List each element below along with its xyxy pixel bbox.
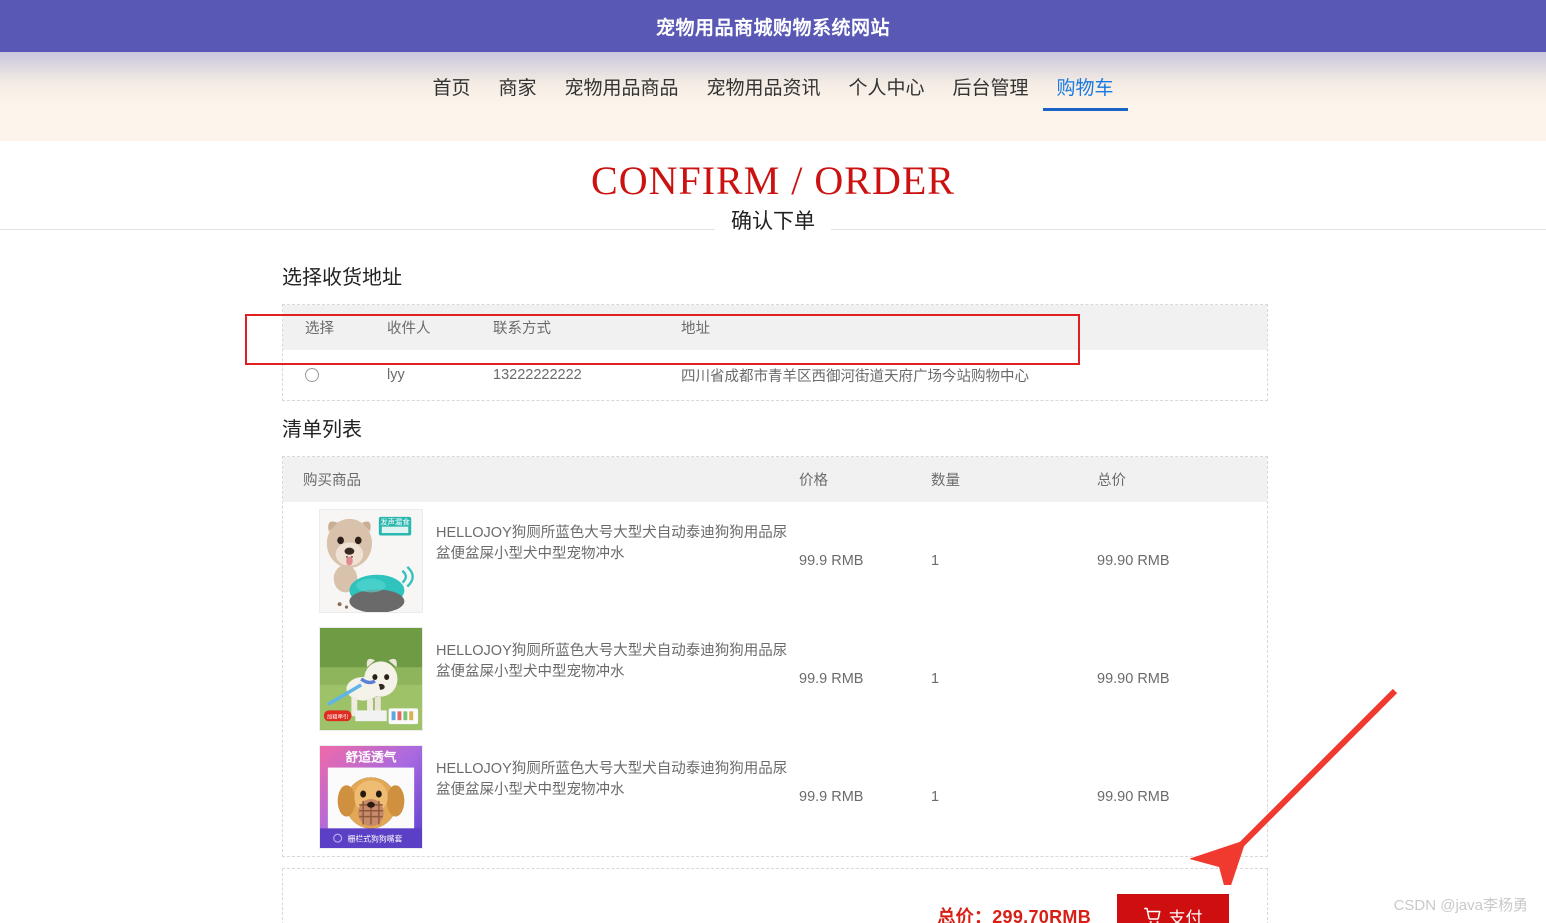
svg-text:发声漏食: 发声漏食: [380, 518, 410, 527]
address-text: 四川省成都市青羊区西御河街道天府广场今站购物中心: [681, 350, 1267, 400]
svg-text:栅栏式狗狗嘴套: 栅栏式狗狗嘴套: [348, 834, 403, 844]
table-row: 舒适透气 栅栏式狗狗嘴套 HELLOJOY狗厕所蓝色大号大型犬自动泰迪狗狗用品尿…: [283, 738, 1267, 856]
bulldog-teal-toy-image: 发声漏食: [320, 510, 422, 612]
product-quantity: 1: [931, 620, 1097, 738]
address-phone: 13222222222: [493, 350, 681, 400]
product-price: 99.9 RMB: [799, 502, 931, 620]
goods-table: 购买商品 价格 数量 总价 发声漏食 HELLOJOY狗厕所蓝色大号大型犬自动泰…: [283, 457, 1267, 856]
address-panel: 选择 收件人 联系方式 地址 lyy 13222222222 四川省成都市青羊区…: [282, 304, 1268, 401]
address-recipient: lyy: [387, 350, 493, 400]
page-subtitle-wrap: 确认下单: [0, 205, 1546, 249]
svg-text:加粗牵引: 加粗牵引: [327, 713, 349, 721]
goods-col-product: 购买商品: [283, 457, 799, 502]
address-radio-button[interactable]: [305, 368, 319, 383]
goods-panel: 购买商品 价格 数量 总价 发声漏食 HELLOJOY狗厕所蓝色大号大型犬自动泰…: [282, 456, 1268, 857]
address-select-cell: [283, 350, 387, 400]
golden-retriever-muzzle-image: 舒适透气 栅栏式狗狗嘴套: [320, 746, 422, 848]
nav-item-home[interactable]: 首页: [418, 74, 484, 104]
content-container: 选择收货地址 选择 收件人 联系方式 地址 lyy 13222222222 四川…: [278, 261, 1268, 923]
goods-table-header-row: 购买商品 价格 数量 总价: [283, 457, 1267, 502]
nav-strip: 首页 商家 宠物用品商品 宠物用品资讯 个人中心 后台管理 购物车: [0, 52, 1546, 141]
address-table-row[interactable]: lyy 13222222222 四川省成都市青羊区西御河街道天府广场今站购物中心: [283, 350, 1267, 400]
page-title-en: CONFIRM / ORDER: [591, 158, 955, 203]
product-thumbnail[interactable]: 舒适透气 栅栏式狗狗嘴套: [319, 745, 423, 849]
product-name[interactable]: HELLOJOY狗厕所蓝色大号大型犬自动泰迪狗狗用品尿盆便盆屎小型犬中型宠物冲水: [436, 745, 799, 801]
address-section-label: 选择收货地址: [282, 267, 402, 289]
table-row: 发声漏食 HELLOJOY狗厕所蓝色大号大型犬自动泰迪狗狗用品尿盆便盆屎小型犬中…: [283, 502, 1267, 620]
product-subtotal: 99.90 RMB: [1097, 738, 1267, 856]
product-subtotal: 99.90 RMB: [1097, 502, 1267, 620]
address-col-recipient: 收件人: [387, 305, 493, 350]
product-name[interactable]: HELLOJOY狗厕所蓝色大号大型犬自动泰迪狗狗用品尿盆便盆屎小型犬中型宠物冲水: [436, 509, 799, 565]
product-quantity: 1: [931, 738, 1097, 856]
nav-item-products[interactable]: 宠物用品商品: [550, 74, 692, 104]
payment-panel: 总价：299.70RMB 支付: [282, 868, 1268, 923]
order-total: 总价：299.70RMB: [937, 907, 1091, 923]
site-title: 宠物用品商城购物系统网站: [655, 17, 890, 39]
product-name[interactable]: HELLOJOY狗厕所蓝色大号大型犬自动泰迪狗狗用品尿盆便盆屎小型犬中型宠物冲水: [436, 627, 799, 683]
nav-item-admin[interactable]: 后台管理: [939, 74, 1043, 104]
product-thumbnail[interactable]: 加粗牵引: [319, 627, 423, 731]
main-nav: 首页 商家 宠物用品商品 宠物用品资讯 个人中心 后台管理 购物车: [418, 74, 1128, 111]
white-bulldog-grass-image: 加粗牵引: [320, 628, 422, 730]
product-subtotal: 99.90 RMB: [1097, 620, 1267, 738]
goods-section-label: 清单列表: [282, 419, 362, 441]
table-row: 加粗牵引 HELLOJOY狗厕所蓝色大号大型犬自动泰迪狗狗用品尿盆便盆屎小型犬中…: [283, 620, 1267, 738]
shopping-cart-icon: [1143, 907, 1160, 923]
site-header: 宠物用品商城购物系统网站: [0, 0, 1546, 52]
goods-col-subtotal: 总价: [1097, 457, 1267, 502]
watermark: CSDN @java李杨勇: [1393, 897, 1528, 914]
goods-col-quantity: 数量: [931, 457, 1097, 502]
nav-item-merchant[interactable]: 商家: [484, 74, 550, 104]
product-price: 99.9 RMB: [799, 620, 931, 738]
product-price: 99.9 RMB: [799, 738, 931, 856]
goods-product-cell: 加粗牵引 HELLOJOY狗厕所蓝色大号大型犬自动泰迪狗狗用品尿盆便盆屎小型犬中…: [283, 620, 799, 738]
pay-button-label: 支付: [1168, 908, 1203, 923]
product-quantity: 1: [931, 502, 1097, 620]
goods-col-price: 价格: [799, 457, 931, 502]
address-col-phone: 联系方式: [493, 305, 681, 350]
goods-product-cell: 舒适透气 栅栏式狗狗嘴套 HELLOJOY狗厕所蓝色大号大型犬自动泰迪狗狗用品尿…: [283, 738, 799, 856]
goods-product-cell: 发声漏食 HELLOJOY狗厕所蓝色大号大型犬自动泰迪狗狗用品尿盆便盆屎小型犬中…: [283, 502, 799, 620]
page-title-cn: 确认下单: [715, 205, 831, 239]
nav-item-news[interactable]: 宠物用品资讯: [692, 74, 834, 104]
nav-item-cart[interactable]: 购物车: [1042, 74, 1128, 111]
address-col-select: 选择: [283, 305, 387, 350]
address-table: 选择 收件人 联系方式 地址 lyy 13222222222 四川省成都市青羊区…: [283, 305, 1267, 400]
address-col-address: 地址: [681, 305, 1267, 350]
nav-item-personal-center[interactable]: 个人中心: [835, 74, 939, 104]
pay-button[interactable]: 支付: [1117, 894, 1229, 923]
address-table-header-row: 选择 收件人 联系方式 地址: [283, 305, 1267, 350]
product-thumbnail[interactable]: 发声漏食: [319, 509, 423, 613]
page-body: CONFIRM / ORDER 确认下单 选择收货地址 选择 收件人 联系方式 …: [0, 141, 1546, 923]
svg-text:舒适透气: 舒适透气: [346, 750, 397, 766]
